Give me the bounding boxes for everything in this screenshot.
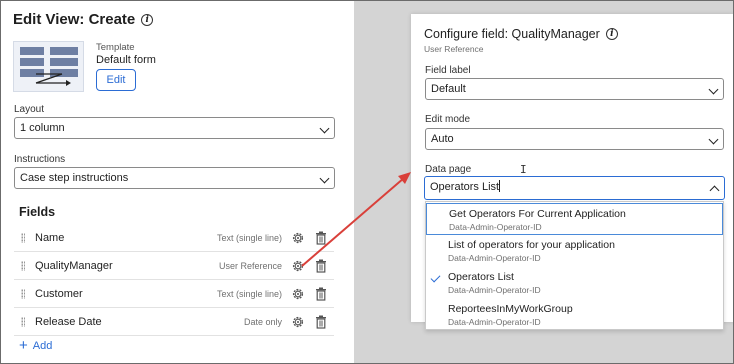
annotation-arrow — [301, 172, 411, 267]
